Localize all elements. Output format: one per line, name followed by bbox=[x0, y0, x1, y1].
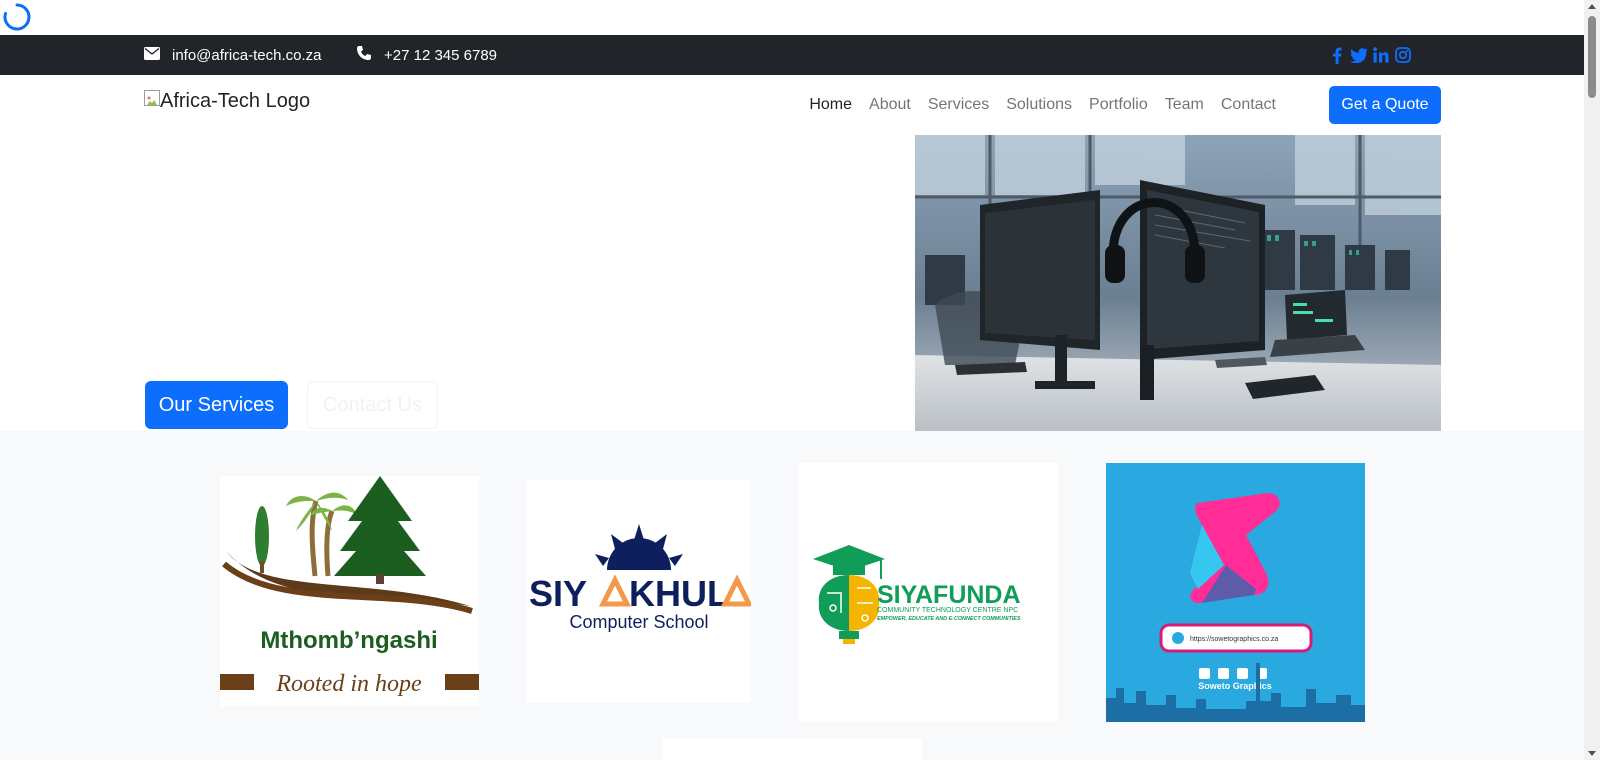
linkedin-icon[interactable] bbox=[1372, 46, 1390, 64]
loading-spinner-icon bbox=[2, 2, 32, 32]
social-links bbox=[1328, 35, 1412, 75]
email-text[interactable]: info@africa-tech.co.za bbox=[172, 47, 321, 64]
our-services-button[interactable]: Our Services bbox=[145, 381, 288, 429]
siyakhula-subtitle: Computer School bbox=[569, 612, 708, 632]
partners-section: Mthomb’ngashi Rooted in hope SIY KHUL Co… bbox=[0, 431, 1584, 779]
nav-home[interactable]: Home bbox=[809, 96, 852, 114]
scroll-up-arrow-icon[interactable] bbox=[1588, 4, 1596, 9]
phone-icon bbox=[356, 45, 372, 65]
page-scrollbar[interactable] bbox=[1584, 0, 1600, 760]
siyakhula-name-part2: KHUL bbox=[629, 573, 729, 614]
facebook-icon[interactable] bbox=[1328, 46, 1346, 64]
nav-solutions[interactable]: Solutions bbox=[1006, 96, 1072, 114]
nav-contact[interactable]: Contact bbox=[1221, 96, 1276, 114]
siyafunda-line1: COMMUNITY TECHNOLOGY CENTRE NPC bbox=[877, 607, 1018, 614]
partner-logo-mthombngashi[interactable]: Mthomb’ngashi Rooted in hope bbox=[220, 476, 479, 706]
nav-services[interactable]: Services bbox=[928, 96, 989, 114]
siyakhula-name-part1: SIY bbox=[529, 573, 587, 614]
instagram-icon[interactable] bbox=[1394, 46, 1412, 64]
nav-team[interactable]: Team bbox=[1165, 96, 1204, 114]
scrollbar-thumb[interactable] bbox=[1588, 16, 1596, 98]
site-logo[interactable]: Africa-Tech Logo bbox=[144, 89, 311, 113]
siyafunda-name: SIYAFUNDA bbox=[877, 581, 1021, 609]
hero-section: Our Services Contact Us bbox=[0, 135, 1584, 431]
soweto-url: https://sowetographics.co.za bbox=[1190, 636, 1278, 643]
nav-portfolio[interactable]: Portfolio bbox=[1089, 96, 1148, 114]
phone-contact[interactable]: +27 12 345 6789 bbox=[356, 35, 497, 75]
email-contact[interactable]: info@africa-tech.co.za bbox=[144, 35, 321, 75]
mthombngashi-tagline: Rooted in hope bbox=[275, 671, 422, 697]
contact-us-button[interactable]: Contact Us bbox=[307, 381, 438, 429]
top-contact-bar: info@africa-tech.co.za +27 12 345 6789 bbox=[0, 35, 1584, 75]
mthombngashi-name: Mthomb’ngashi bbox=[260, 627, 437, 654]
nav-about[interactable]: About bbox=[869, 96, 911, 114]
logo-alt-text: Africa-Tech Logo bbox=[160, 90, 311, 112]
siyafunda-line2: EMPOWER, EDUCATE AND E-CONNECT COMMUNITI… bbox=[877, 616, 1021, 622]
partner-logo-5[interactable] bbox=[663, 739, 922, 779]
partner-logo-siyakhula[interactable]: SIY KHUL Computer School bbox=[527, 480, 751, 703]
hero-image-computer-lab bbox=[915, 135, 1441, 431]
nav-menu: Home About Services Solutions Portfolio … bbox=[809, 75, 1276, 135]
main-navbar: Africa-Tech Logo Home About Services Sol… bbox=[0, 75, 1584, 135]
partner-logo-siyafunda[interactable]: SIYAFUNDA COMMUNITY TECHNOLOGY CENTRE NP… bbox=[799, 463, 1058, 722]
get-a-quote-button[interactable]: Get a Quote bbox=[1329, 86, 1441, 124]
twitter-icon[interactable] bbox=[1350, 46, 1368, 64]
envelope-icon bbox=[144, 46, 160, 64]
broken-image-icon bbox=[144, 89, 160, 106]
phone-text[interactable]: +27 12 345 6789 bbox=[384, 47, 497, 64]
partner-logo-soweto-graphics[interactable]: https://sowetographics.co.za Soweto Grap… bbox=[1106, 463, 1365, 722]
soweto-name: Soweto Graphics bbox=[1198, 681, 1272, 691]
scroll-down-arrow-icon[interactable] bbox=[1588, 751, 1596, 756]
